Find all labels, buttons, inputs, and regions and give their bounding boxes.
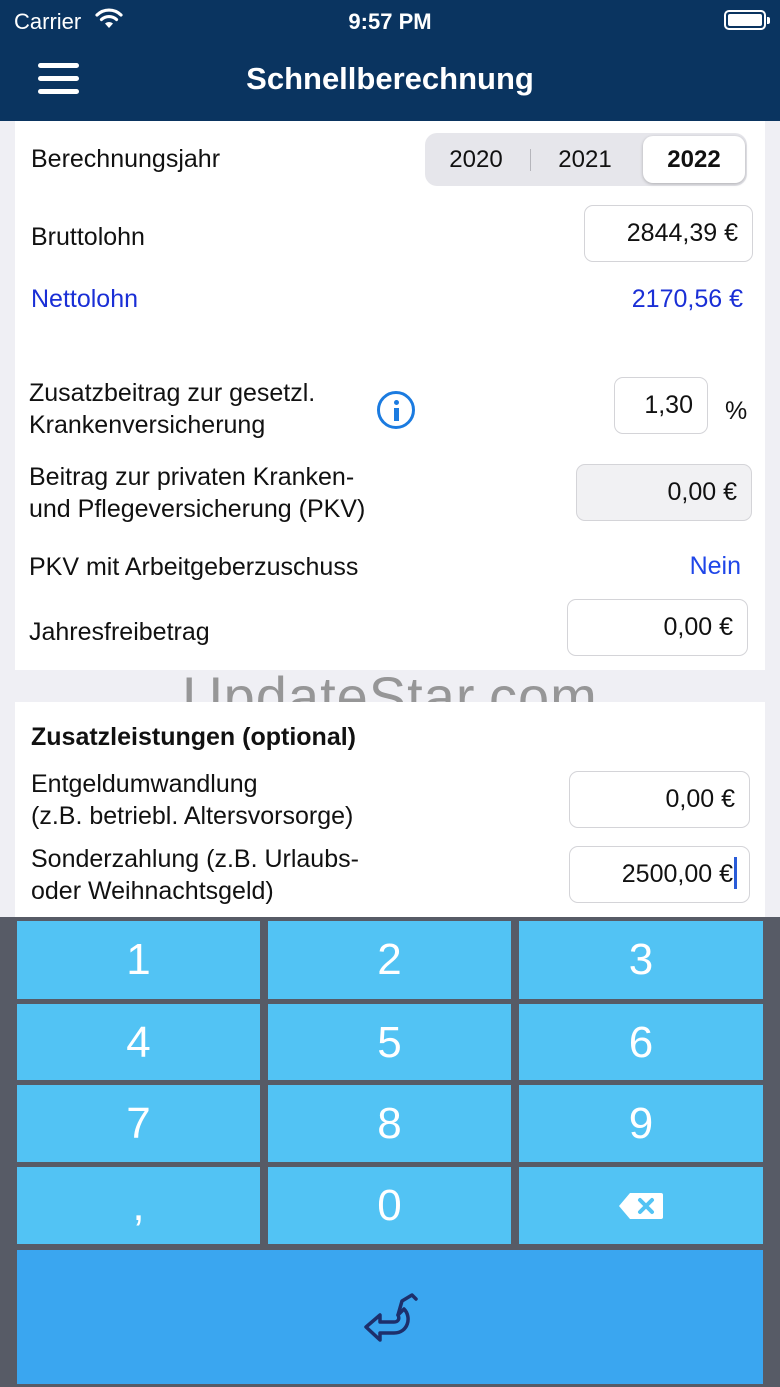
pkv-employer-label: PKV mit Arbeitgeberzuschuss (29, 553, 359, 581)
conversion-label-line2: (z.B. betriebl. Altersvorsorge) (31, 802, 354, 830)
pkv-label-line1: Beitrag zur privaten Kranken- (29, 463, 355, 491)
key-8[interactable]: 8 (268, 1085, 511, 1162)
zusatz-input[interactable]: 1,30 (614, 377, 708, 434)
key-comma[interactable]: , (17, 1167, 260, 1244)
year-label: Berechnungsjahr (31, 145, 221, 173)
info-icon[interactable] (377, 391, 415, 429)
pkv-label-line2: und Pflegeversicherung (PKV) (29, 495, 366, 523)
pkv-employer-toggle[interactable]: Nein (690, 550, 741, 582)
key-9[interactable]: 9 (519, 1085, 763, 1162)
pkv-input[interactable]: 0,00 € (576, 464, 752, 521)
year-segmented-control[interactable]: 2020 2021 2022 (425, 133, 747, 186)
segment-year-2021[interactable]: 2021 (534, 136, 636, 183)
text-cursor (734, 857, 737, 890)
calculation-card: Berechnungsjahr 2020 2021 2022 Bruttoloh… (15, 121, 765, 670)
key-3[interactable]: 3 (519, 921, 763, 999)
segment-year-2020[interactable]: 2020 (425, 136, 527, 183)
percent-unit: % (725, 397, 748, 425)
special-label-line1: Sonderzahlung (z.B. Urlaubs- (31, 845, 359, 873)
allowance-label: Jahresfreibetrag (29, 618, 210, 646)
battery-icon (724, 10, 770, 30)
net-value: 2170,56 € (631, 285, 743, 313)
conversion-label-line1: Entgeldumwandlung (31, 770, 258, 798)
key-5[interactable]: 5 (268, 1004, 511, 1080)
zusatz-label-line2: Krankenversicherung (29, 411, 266, 439)
gross-input[interactable]: 2844,39 € (584, 205, 753, 262)
top-bar: Carrier 9:57 PM Schnellberechnung (0, 0, 780, 121)
page-title: Schnellberechnung (246, 61, 534, 96)
key-1[interactable]: 1 (17, 921, 260, 999)
numeric-keypad: 1 2 3 4 5 6 7 8 9 , 0 (0, 917, 780, 1387)
return-arrow-icon (364, 1293, 418, 1342)
key-4[interactable]: 4 (17, 1004, 260, 1080)
extras-heading: Zusatzleistungen (optional) (31, 723, 356, 751)
special-input[interactable]: 2500,00 € (569, 846, 750, 903)
backspace-key[interactable] (519, 1167, 763, 1244)
segment-year-2022[interactable]: 2022 (643, 136, 745, 183)
key-2[interactable]: 2 (268, 921, 511, 999)
backspace-icon (619, 1192, 663, 1219)
key-6[interactable]: 6 (519, 1004, 763, 1080)
special-input-value: 2500,00 € (621, 860, 733, 888)
key-7[interactable]: 7 (17, 1085, 260, 1162)
special-label-line2: oder Weihnachtsgeld) (31, 877, 274, 905)
zusatz-label-line1: Zusatzbeitrag zur gesetzl. (29, 379, 316, 407)
status-time: 9:57 PM (348, 9, 432, 34)
allowance-input[interactable]: 0,00 € (567, 599, 748, 656)
status-bar: Carrier 9:57 PM (0, 0, 780, 40)
key-0[interactable]: 0 (268, 1167, 511, 1244)
extras-card: Zusatzleistungen (optional) Entgeldumwan… (15, 702, 765, 917)
gross-label: Bruttolohn (31, 223, 145, 251)
enter-key[interactable] (17, 1250, 763, 1384)
segment-divider (530, 149, 531, 171)
conversion-input[interactable]: 0,00 € (569, 771, 750, 828)
net-label: Nettolohn (31, 285, 139, 313)
